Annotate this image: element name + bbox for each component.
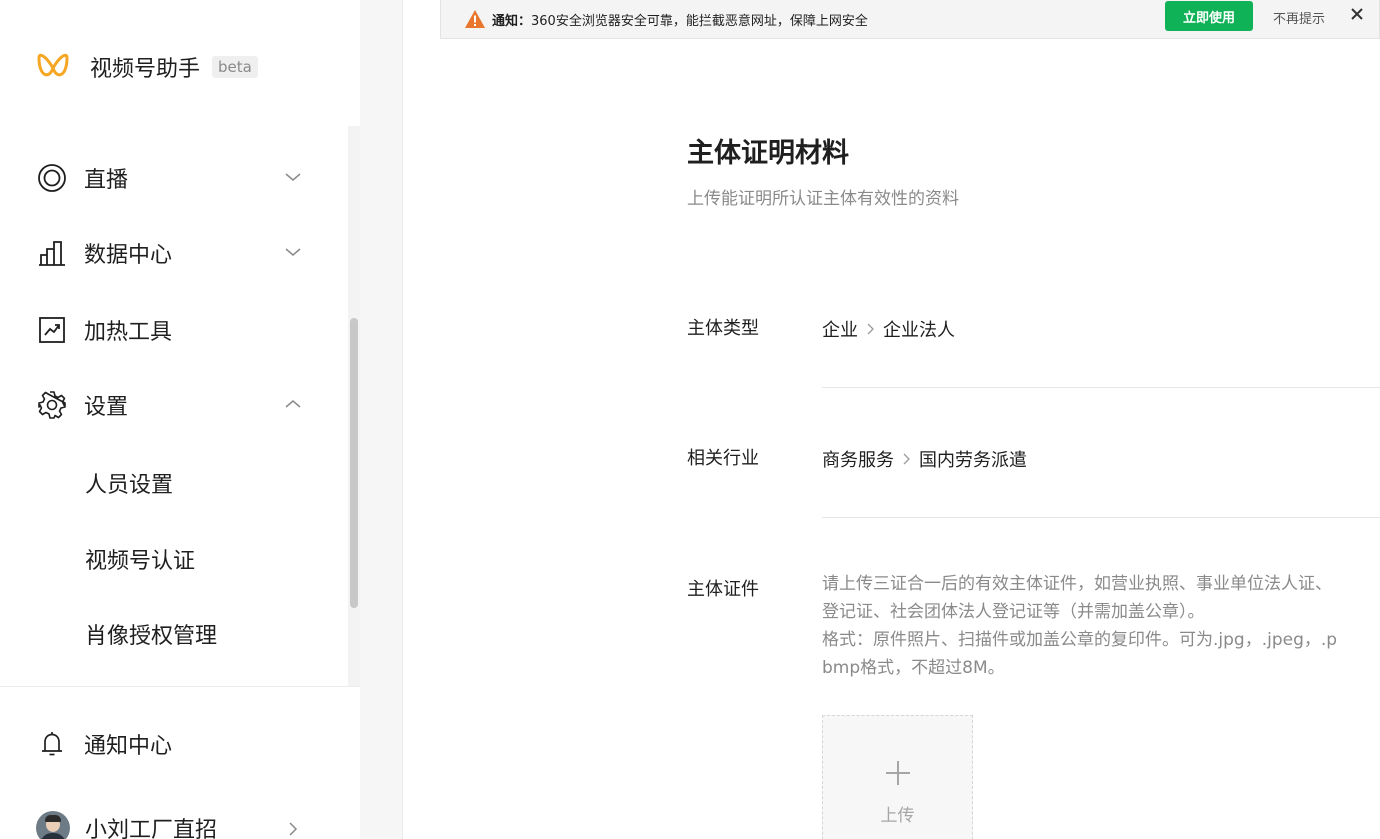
sidebar-scrollbar[interactable] [350, 318, 358, 608]
chevron-down-icon [285, 173, 301, 181]
bar-chart-icon [36, 237, 68, 269]
notification-title: 通知： [492, 13, 532, 29]
trend-chart-icon [36, 314, 68, 346]
chevron-right-icon [867, 323, 874, 335]
subject-type-value: 企业 企业法人 [822, 316, 955, 342]
gear-icon [36, 389, 68, 421]
nav-item-data-center[interactable]: 数据中心 [36, 233, 306, 273]
upload-label: 上传 [880, 806, 915, 826]
nav-label-notifications: 通知中心 [84, 734, 173, 759]
subject-type-label: 主体类型 [687, 318, 759, 339]
certificate-hint-line: 登记证、社会团体法人登记证等（并需加盖公章）。 [822, 602, 1205, 622]
sidebar-item-channel-verification[interactable]: 视频号认证 [85, 543, 195, 575]
nav-label-boost-tools: 加热工具 [84, 320, 173, 345]
page-description: 上传能证明所认证主体有效性的资料 [687, 189, 959, 209]
upload-certificate-button[interactable]: 上传 [822, 715, 973, 839]
sidebar: 视频号助手 beta 直播 数据中心 加热工具 设置 人员设置 视频号认证 肖像… [0, 0, 360, 839]
page-title: 主体证明材料 [687, 138, 849, 169]
subject-type-level2: 企业法人 [883, 320, 955, 341]
avatar [36, 811, 70, 839]
account-name: 小刘工厂直招 [85, 818, 218, 839]
warning-icon [465, 10, 485, 28]
certificate-hint-line: bmp格式，不超过8M。 [822, 658, 1005, 678]
certificate-hint: 请上传三证合一后的有效主体证件，如营业执照、事业单位法人证、 登记证、社会团体法… [822, 570, 1380, 682]
bell-icon [36, 728, 68, 760]
certificate-hint-line: 格式：原件照片、扫描件或加盖公章的复印件。可为.jpg，.jpeg，.p [822, 630, 1338, 650]
sidebar-divider [0, 686, 360, 687]
brand-title: 视频号助手 [90, 57, 201, 82]
nav-item-settings[interactable]: 设置 [36, 385, 306, 425]
chevron-right-icon [903, 453, 910, 465]
nav-label-data-center: 数据中心 [84, 243, 173, 268]
subject-type-level1: 企业 [822, 320, 858, 341]
beta-badge: beta [212, 56, 258, 78]
sidebar-item-portrait-authorization[interactable]: 肖像授权管理 [85, 618, 217, 650]
industry-label: 相关行业 [687, 448, 759, 469]
plus-icon [886, 761, 910, 785]
nav-label-live: 直播 [84, 168, 129, 193]
certificate-label: 主体证件 [687, 579, 759, 600]
nav-item-live[interactable]: 直播 [36, 158, 306, 198]
chevron-up-icon [285, 400, 301, 408]
browser-notification-bar: 通知： 360安全浏览器安全可靠，能拦截恶意网址，保障上网安全 立即使用 不再提… [440, 0, 1380, 39]
field-divider [822, 387, 1380, 388]
nav-label-settings: 设置 [84, 395, 129, 420]
account-switcher[interactable]: 小刘工厂直招 [36, 808, 306, 839]
nav-item-notifications[interactable]: 通知中心 [36, 724, 306, 764]
certificate-hint-line: 请上传三证合一后的有效主体证件，如营业执照、事业单位法人证、 [822, 574, 1332, 594]
industry-level2: 国内劳务派遣 [919, 450, 1027, 471]
field-divider [822, 517, 1380, 518]
chevron-down-icon [285, 248, 301, 256]
industry-value: 商务服务 国内劳务派遣 [822, 446, 1027, 472]
close-icon[interactable] [1349, 6, 1365, 22]
content-border [402, 0, 403, 839]
use-now-button[interactable]: 立即使用 [1165, 1, 1253, 31]
layout-gutter [360, 0, 403, 839]
channels-logo-icon [37, 53, 69, 77]
industry-level1: 商务服务 [822, 450, 894, 471]
chevron-right-icon [289, 822, 298, 836]
nav-item-boost-tools[interactable]: 加热工具 [36, 310, 306, 350]
dont-show-again-link[interactable]: 不再提示 [1273, 8, 1325, 27]
notification-message: 360安全浏览器安全可靠，能拦截恶意网址，保障上网安全 [531, 13, 868, 29]
brand[interactable]: 视频号助手 beta [36, 50, 258, 84]
live-ring-icon [36, 162, 68, 194]
sidebar-item-member-settings[interactable]: 人员设置 [85, 467, 173, 499]
